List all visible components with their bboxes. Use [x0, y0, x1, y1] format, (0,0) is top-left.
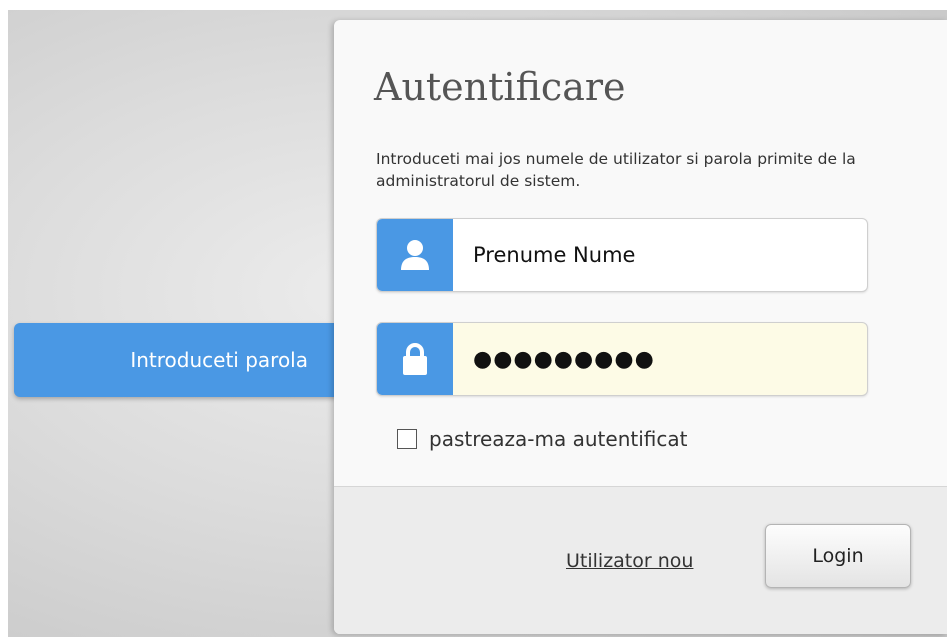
password-hint-label: Introduceti parola — [130, 348, 308, 372]
lock-icon — [377, 323, 453, 395]
user-icon — [377, 219, 453, 291]
login-description: Introduceti mai jos numele de utilizator… — [376, 150, 856, 190]
username-input[interactable] — [453, 219, 867, 291]
login-card: Autentificare Introduceti mai jos numele… — [334, 20, 947, 634]
password-hint-tab: Introduceti parola — [14, 323, 346, 397]
username-field[interactable] — [376, 218, 868, 292]
password-field[interactable] — [376, 322, 868, 396]
remember-checkbox[interactable] — [397, 429, 417, 449]
password-input[interactable] — [453, 323, 867, 395]
login-button[interactable]: Login — [765, 524, 911, 588]
login-title: Autentificare — [374, 65, 626, 109]
remember-label: pastreaza-ma autentificat — [429, 427, 688, 451]
new-user-link[interactable]: Utilizator nou — [566, 550, 693, 572]
remember-me[interactable]: pastreaza-ma autentificat — [397, 427, 687, 451]
login-footer: Utilizator nou Login — [334, 486, 947, 634]
